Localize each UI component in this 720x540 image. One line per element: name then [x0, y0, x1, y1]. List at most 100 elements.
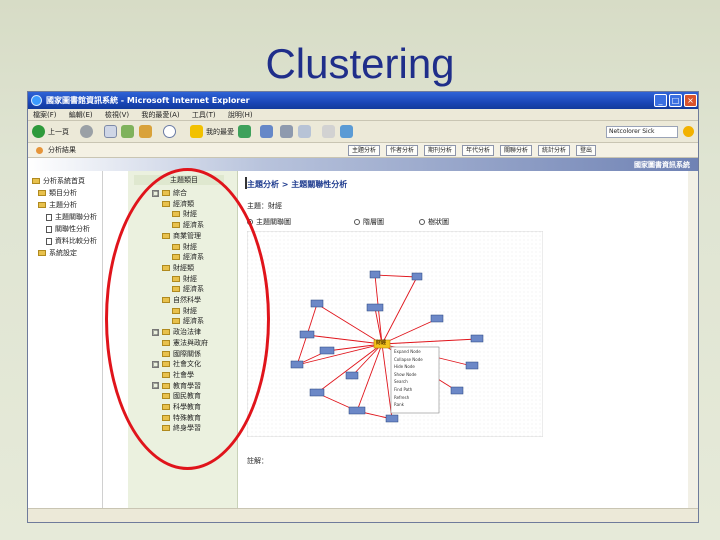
expander-icon[interactable]: □: [152, 382, 159, 390]
category-tree-item[interactable]: □ 教育學習: [152, 382, 201, 391]
category-tree-item[interactable]: 財經: [172, 275, 197, 284]
nav-button-logout[interactable]: 登出: [576, 145, 597, 156]
menu-tools[interactable]: 工具(T): [187, 109, 221, 121]
category-tree-item[interactable]: 商業管理: [162, 232, 201, 241]
left-tree: 分析系統首頁 類目分析 主題分析 主題關聯分析 關聯性分析 資料比較分析 系統設…: [28, 171, 103, 508]
category-tree-item[interactable]: 財經: [172, 307, 197, 316]
category-tree-item[interactable]: 經濟系: [172, 221, 204, 230]
folder-icon: [162, 264, 170, 271]
graph-menu-item: Refresh: [394, 394, 410, 400]
discuss-icon[interactable]: [322, 125, 335, 138]
folder-icon: [162, 361, 170, 368]
folder-icon: [172, 222, 180, 229]
nav-button-journal[interactable]: 期刊分析: [424, 145, 457, 156]
category-tree-item[interactable]: 自然科學: [162, 296, 201, 305]
forward-icon[interactable]: [80, 125, 93, 138]
favorites-icon[interactable]: [190, 125, 203, 138]
tree-item[interactable]: 資料比較分析: [46, 237, 97, 246]
menu-file[interactable]: 檔案(F): [28, 109, 62, 121]
document-icon: [46, 213, 52, 221]
tree-item[interactable]: 主題關聯分析: [46, 213, 97, 222]
radio-unchecked-icon: [419, 219, 425, 225]
tree-item[interactable]: 主題分析: [38, 201, 77, 210]
expander-icon[interactable]: □: [152, 189, 159, 197]
nav-button-relation[interactable]: 關聯分析: [500, 145, 533, 156]
vertical-scrollbar[interactable]: [688, 171, 698, 508]
expander-icon[interactable]: □: [152, 328, 159, 336]
category-tree-panel: 主題類目 □ 綜合 經濟類 財經 經濟系 商業管理 財經 經濟系 財經類 財經 經濟系 自然科學 財經經…: [128, 171, 238, 508]
radio-relation-graph[interactable]: 主題關聯圖: [247, 217, 291, 227]
graph-center-label: 財經: [376, 340, 387, 346]
category-tree-item[interactable]: 經濟系: [172, 285, 204, 294]
favorites-button[interactable]: 我的最愛: [206, 125, 234, 139]
nav-button-stats[interactable]: 統計分析: [538, 145, 571, 156]
category-tree-item[interactable]: 國際關係: [162, 350, 201, 359]
menu-favorites[interactable]: 我的最愛(A): [136, 109, 184, 121]
category-tree-item[interactable]: 科學教育: [162, 403, 201, 412]
content-footer: 註解：: [247, 457, 268, 465]
category-tree-item[interactable]: 社會學: [162, 371, 194, 380]
category-tree-item[interactable]: 特殊教育: [162, 414, 201, 423]
horizontal-scrollbar[interactable]: [28, 508, 698, 522]
category-tree-item[interactable]: 國民教育: [162, 392, 201, 401]
menu-view[interactable]: 檢視(V): [100, 109, 134, 121]
expander-icon[interactable]: □: [152, 360, 159, 368]
graph-menu-item: Rank: [394, 402, 404, 408]
folder-icon: [162, 371, 170, 378]
folder-icon: [162, 414, 170, 421]
nav-button-topic[interactable]: 主題分析: [348, 145, 381, 156]
menu-help[interactable]: 說明(H): [223, 109, 258, 121]
folder-icon: [162, 404, 170, 410]
tree-item[interactable]: 系統設定: [38, 249, 77, 258]
folder-icon: [172, 254, 180, 261]
nav-button-author[interactable]: 作者分析: [386, 145, 419, 156]
category-tree-item[interactable]: 經濟類: [162, 200, 194, 209]
category-tree-item[interactable]: 經濟系: [172, 253, 204, 262]
radio-hierarchy[interactable]: 階層圖: [354, 217, 384, 227]
user-field[interactable]: Netcolorer Sick: [606, 126, 678, 138]
tree-item[interactable]: 關聯性分析: [46, 225, 90, 234]
radio-checked-icon: [247, 219, 253, 225]
tree-item[interactable]: 分析系統首頁: [32, 177, 85, 186]
category-tree-item[interactable]: 憲法與政府: [162, 339, 208, 348]
history-icon[interactable]: [238, 125, 251, 138]
menu-edit[interactable]: 編輯(E): [64, 109, 98, 121]
nav-button-year[interactable]: 年代分析: [462, 145, 495, 156]
close-button[interactable]: ×: [684, 94, 697, 107]
category-tree-item[interactable]: 財經: [172, 243, 197, 252]
content-hint: 主題：財經: [247, 202, 282, 210]
category-tree-item[interactable]: 財經: [172, 210, 197, 219]
category-tree-item[interactable]: □ 社會文化: [152, 360, 201, 369]
stop-icon[interactable]: [104, 125, 117, 138]
system-banner: 國家圖書資訊系統: [28, 158, 698, 171]
home-icon[interactable]: [139, 125, 152, 138]
category-tree-item[interactable]: 財經類: [162, 264, 194, 273]
minimize-button[interactable]: _: [654, 94, 667, 107]
ie-icon: [31, 95, 42, 106]
folder-icon: [162, 190, 170, 196]
content-title: 主題分析 > 主題關聯性分析: [247, 180, 348, 189]
back-button[interactable]: 上一頁: [48, 125, 69, 139]
edit-icon[interactable]: [298, 125, 311, 138]
mail-icon[interactable]: [260, 125, 273, 138]
graph-menu-item: Collapse Node: [394, 356, 423, 362]
category-tree-item[interactable]: 經濟系: [172, 317, 204, 326]
radio-tree[interactable]: 樹狀圖: [419, 217, 449, 227]
category-tree-item[interactable]: □ 政治法律: [152, 328, 201, 337]
back-icon[interactable]: [32, 125, 45, 138]
graph-menu-item: Hide Node: [394, 364, 415, 370]
menu-bar: 檔案(F) 編輯(E) 檢視(V) 我的最愛(A) 工具(T) 說明(H): [28, 109, 698, 121]
folder-icon: [172, 307, 180, 314]
maximize-button[interactable]: □: [669, 94, 682, 107]
tree-item[interactable]: 類目分析: [38, 189, 77, 198]
refresh-icon[interactable]: [121, 125, 134, 138]
messenger-icon[interactable]: [340, 125, 353, 138]
print-icon[interactable]: [280, 125, 293, 138]
norton-icon[interactable]: [683, 126, 694, 137]
category-tree-item[interactable]: 終身學習: [162, 424, 201, 433]
analysis-content: 主題分析 > 主題關聯性分析 主題：財經 主題關聯圖 階層圖 樹狀圖 財經 Ex…: [239, 171, 698, 508]
graph-menu-item: Search: [394, 379, 408, 385]
window-title: 國家圖書館資訊系統 - Microsoft Internet Explorer: [46, 96, 250, 105]
search-icon[interactable]: [163, 125, 176, 138]
category-tree-item[interactable]: □ 綜合: [152, 189, 187, 198]
